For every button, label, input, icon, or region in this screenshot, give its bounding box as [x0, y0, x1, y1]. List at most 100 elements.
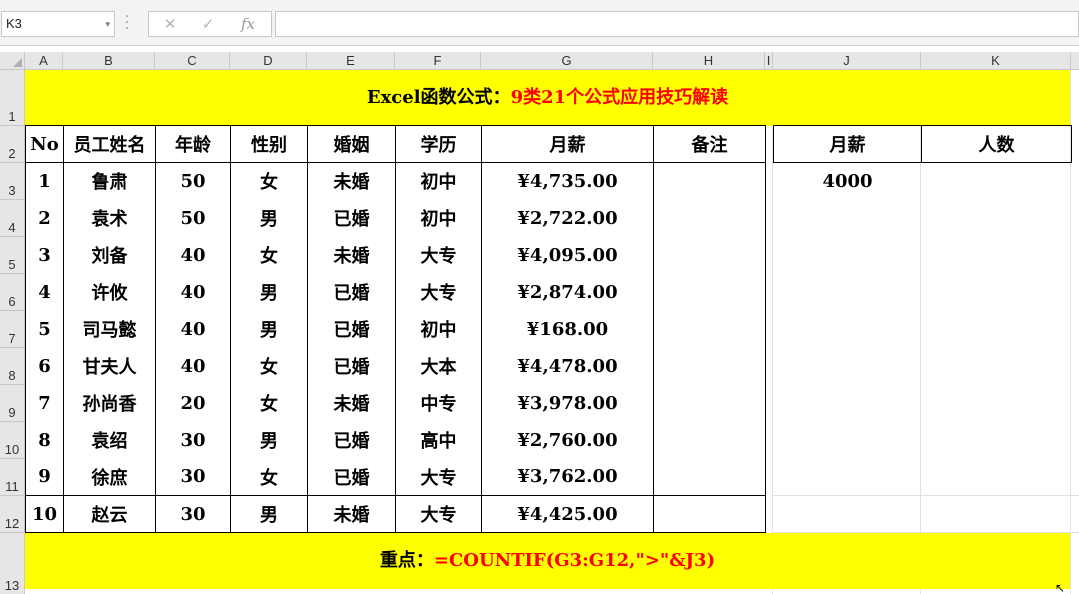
cell[interactable]: 50	[155, 162, 231, 200]
cell[interactable]	[653, 273, 766, 311]
cell[interactable]: 40	[155, 273, 231, 311]
column-header-f[interactable]: F	[395, 52, 481, 70]
cell[interactable]: 未婚	[307, 384, 396, 422]
header-salary[interactable]: 月薪	[481, 125, 654, 163]
chevron-down-icon[interactable]: ▾	[105, 12, 110, 36]
cell[interactable]: 女	[230, 162, 308, 200]
header-gender[interactable]: 性别	[230, 125, 308, 163]
cell[interactable]: 未婚	[307, 495, 396, 533]
header-note[interactable]: 备注	[653, 125, 766, 163]
cell[interactable]: 男	[230, 495, 308, 533]
cell[interactable]: ¥4,425.00	[481, 495, 654, 533]
header-count[interactable]: 人数	[921, 125, 1072, 163]
column-header-j[interactable]: J	[773, 52, 921, 70]
header-no[interactable]: No	[25, 125, 64, 163]
cell[interactable]: 20	[155, 384, 231, 422]
cell[interactable]: 大专	[395, 495, 482, 533]
column-header-a[interactable]: A	[25, 52, 63, 70]
cell[interactable]: 10	[25, 495, 64, 533]
cancel-icon[interactable]: ✕	[155, 14, 185, 34]
cell[interactable]	[653, 199, 766, 237]
cell[interactable]: 中专	[395, 384, 482, 422]
column-header-h[interactable]: H	[653, 52, 765, 70]
cell[interactable]	[653, 347, 766, 385]
sheet-grid[interactable]: Excel函数公式：9类21个公式应用技巧解读 No 员工姓名 年龄 性别 婚姻…	[25, 70, 1079, 594]
cell[interactable]: 30	[155, 421, 231, 459]
row-header-1[interactable]: 1	[0, 70, 25, 126]
formula-input[interactable]	[275, 11, 1079, 37]
column-header-d[interactable]: D	[230, 52, 307, 70]
cell[interactable]: 初中	[395, 162, 482, 200]
cell[interactable]: 女	[230, 458, 308, 496]
column-header-g[interactable]: G	[481, 52, 653, 70]
cell[interactable]: 已婚	[307, 458, 396, 496]
cell[interactable]: 40	[155, 347, 231, 385]
cell[interactable]: 2	[25, 199, 64, 237]
row-header-9[interactable]: 9	[0, 385, 25, 422]
cell[interactable]: 高中	[395, 421, 482, 459]
cell[interactable]: 30	[155, 495, 231, 533]
cell[interactable]: ¥4,095.00	[481, 236, 654, 274]
name-box[interactable]: K3 ▾	[1, 11, 115, 37]
column-header-k[interactable]: K	[921, 52, 1071, 70]
cell[interactable]: 男	[230, 273, 308, 311]
select-all-button[interactable]	[0, 52, 25, 70]
title-banner[interactable]: Excel函数公式：9类21个公式应用技巧解读	[25, 70, 1070, 126]
cell[interactable]: 50	[155, 199, 231, 237]
cell[interactable]: ¥2,722.00	[481, 199, 654, 237]
cell-k3[interactable]	[922, 163, 1072, 200]
cell[interactable]: 大本	[395, 347, 482, 385]
cell[interactable]: 许攸	[63, 273, 156, 311]
row-header-8[interactable]: 8	[0, 348, 25, 385]
cell[interactable]: 未婚	[307, 162, 396, 200]
header-age[interactable]: 年龄	[155, 125, 231, 163]
cell[interactable]: 初中	[395, 199, 482, 237]
cell[interactable]	[653, 162, 766, 200]
cell[interactable]: 已婚	[307, 347, 396, 385]
row-header-4[interactable]: 4	[0, 200, 25, 237]
cell[interactable]: ¥4,735.00	[481, 162, 654, 200]
cell[interactable]: 3	[25, 236, 64, 274]
cell[interactable]: 袁术	[63, 199, 156, 237]
cell[interactable]: 9	[25, 458, 64, 496]
cell[interactable]: 1	[25, 162, 64, 200]
cell-j3[interactable]: 4000	[774, 163, 922, 200]
cell[interactable]: 徐庶	[63, 458, 156, 496]
cell[interactable]: 鲁肃	[63, 162, 156, 200]
check-icon[interactable]: ✓	[193, 14, 223, 34]
row-header-2[interactable]: 2	[0, 126, 25, 163]
cell[interactable]: 未婚	[307, 236, 396, 274]
row-header-5[interactable]: 5	[0, 237, 25, 274]
cell[interactable]: 大专	[395, 236, 482, 274]
cell[interactable]	[653, 236, 766, 274]
row-header-10[interactable]: 10	[0, 422, 25, 459]
drag-handle-icon[interactable]: · · ·	[124, 10, 130, 36]
row-header-6[interactable]: 6	[0, 274, 25, 311]
column-header-next[interactable]	[1071, 52, 1079, 70]
cell[interactable]: 已婚	[307, 199, 396, 237]
cell[interactable]: ¥2,760.00	[481, 421, 654, 459]
header-education[interactable]: 学历	[395, 125, 482, 163]
cell[interactable]: 司马懿	[63, 310, 156, 348]
cell[interactable]: 男	[230, 421, 308, 459]
cell[interactable]	[653, 384, 766, 422]
cell[interactable]: 大专	[395, 273, 482, 311]
cell[interactable]: 40	[155, 310, 231, 348]
cell[interactable]	[653, 458, 766, 496]
column-header-e[interactable]: E	[307, 52, 395, 70]
cell[interactable]	[653, 495, 766, 533]
cell[interactable]: 刘备	[63, 236, 156, 274]
cell[interactable]: 已婚	[307, 273, 396, 311]
row-header-11[interactable]: 11	[0, 459, 25, 496]
row-header-7[interactable]: 7	[0, 311, 25, 348]
cell[interactable]: 初中	[395, 310, 482, 348]
cell[interactable]: ¥3,762.00	[481, 458, 654, 496]
header-salary-criteria[interactable]: 月薪	[773, 125, 922, 163]
cell[interactable]: 40	[155, 236, 231, 274]
formula-banner[interactable]: 重点：=COUNTIF(G3:G12,">"&J3)	[25, 533, 1070, 589]
cell[interactable]: 7	[25, 384, 64, 422]
cell[interactable]: ¥2,874.00	[481, 273, 654, 311]
header-marriage[interactable]: 婚姻	[307, 125, 396, 163]
cell[interactable]: ¥168.00	[481, 310, 654, 348]
header-name[interactable]: 员工姓名	[63, 125, 156, 163]
